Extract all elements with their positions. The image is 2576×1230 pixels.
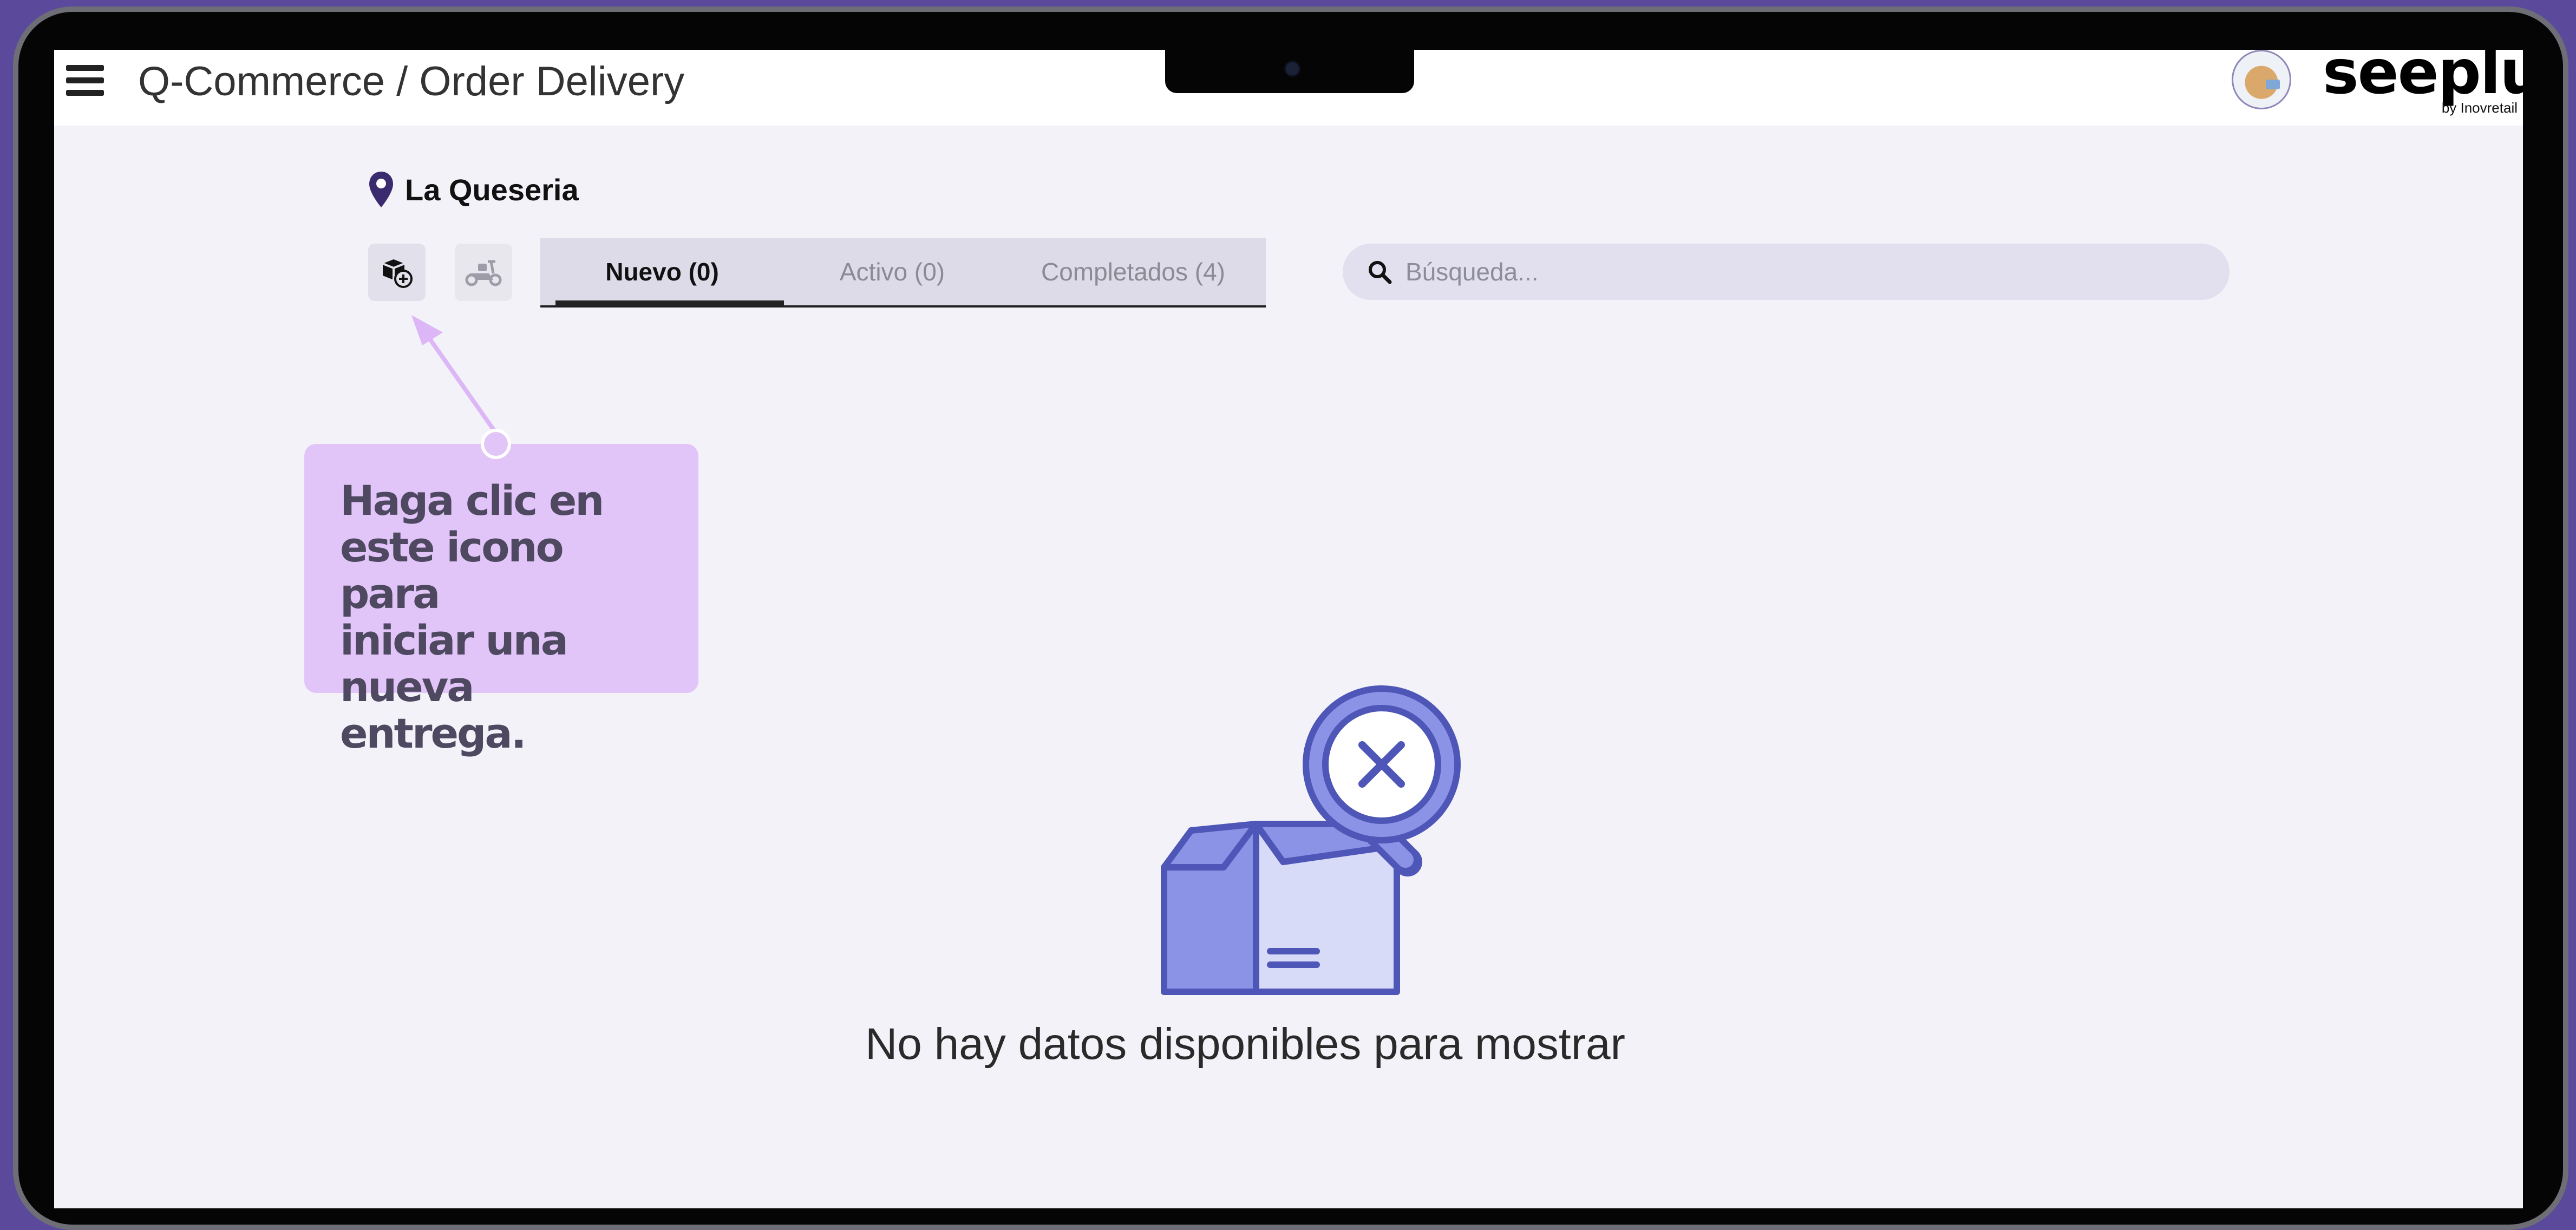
- map-pin-icon: [369, 172, 393, 207]
- tab-activo[interactable]: Activo (0): [784, 238, 1001, 305]
- empty-box-search-icon: [1161, 685, 1461, 995]
- tooltip-text: Haga clic en este icono para iniciar una…: [340, 476, 604, 757]
- logo-text: seeplus: [2323, 50, 2523, 108]
- tooltip-anchor-dot: [481, 429, 511, 459]
- new-delivery-button[interactable]: [368, 244, 426, 301]
- box-plus-icon: [382, 259, 413, 288]
- logo-subtitle: by Inovretail: [2441, 100, 2518, 116]
- device-notch: [1165, 50, 1414, 93]
- order-status-tabs: Nuevo (0) Activo (0) Completados (4): [540, 238, 1266, 308]
- camera-icon: [1284, 61, 1300, 77]
- tab-completados[interactable]: Completados (4): [1001, 238, 1266, 305]
- page-title: Q-Commerce / Order Delivery: [138, 58, 685, 104]
- scooter-icon: [465, 260, 502, 286]
- search-icon: [1369, 261, 1392, 284]
- app-screen: Q-Commerce / Order Delivery seeplus by I…: [54, 50, 2523, 1208]
- search-input[interactable]: [1404, 257, 2165, 287]
- delivery-scooter-button[interactable]: [455, 244, 512, 301]
- hamburger-menu-icon[interactable]: [66, 65, 104, 96]
- onboarding-tooltip: Haga clic en este icono para iniciar una…: [304, 429, 698, 757]
- tab-nuevo[interactable]: Nuevo (0): [540, 238, 784, 305]
- empty-state-message: No hay datos disponibles para mostrar: [865, 1019, 1625, 1069]
- store-location: La Queseria: [368, 168, 579, 211]
- search-bar[interactable]: [1343, 244, 2230, 300]
- brand-logo: seeplus by Inovretail: [2323, 50, 2523, 116]
- avatar[interactable]: [2232, 50, 2291, 109]
- store-name: La Queseria: [405, 172, 579, 207]
